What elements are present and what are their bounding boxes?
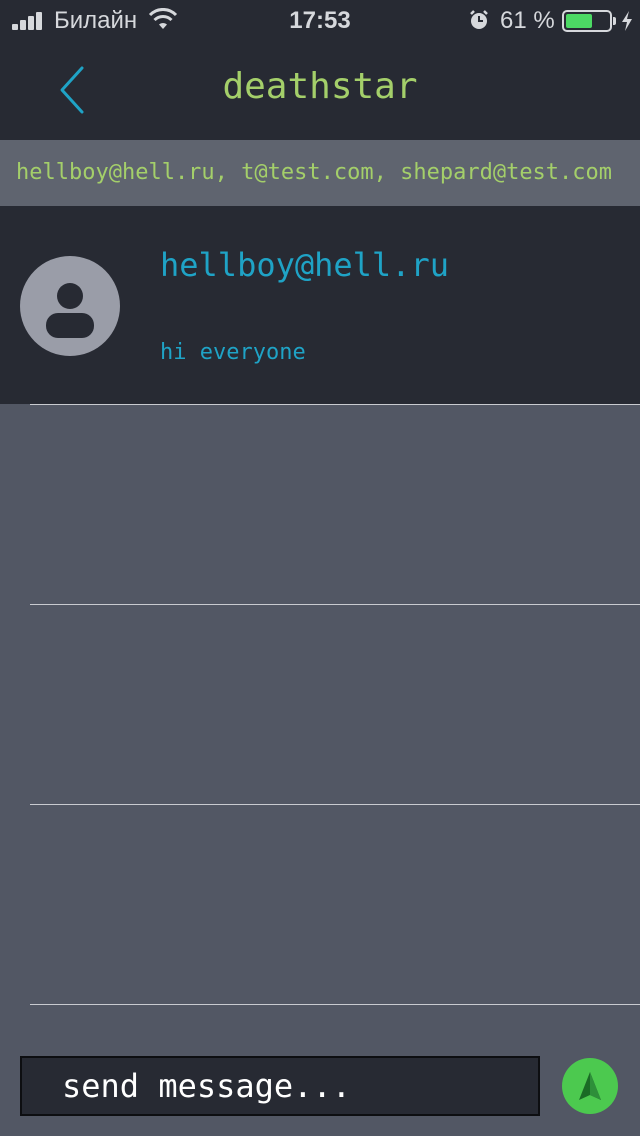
divider	[30, 404, 640, 405]
divider	[30, 604, 640, 605]
message-text: hi everyone	[160, 340, 306, 365]
battery-percent: 61 %	[500, 7, 555, 34]
status-bar: Билайн 17:53 61 %	[0, 0, 640, 40]
send-icon	[579, 1072, 601, 1100]
divider	[30, 804, 640, 805]
battery-fill	[566, 14, 592, 28]
user-avatar-icon	[20, 256, 120, 356]
alarm-icon	[470, 10, 488, 29]
message-item[interactable]: hellboy@hell.ru hi everyone	[0, 206, 640, 404]
person-icon	[46, 283, 94, 338]
send-button[interactable]	[562, 1058, 618, 1114]
message-list: hellboy@hell.ru hi everyone	[0, 206, 640, 1046]
divider	[30, 1004, 640, 1005]
page-title: deathstar	[222, 66, 418, 107]
message-input[interactable]	[20, 1056, 540, 1116]
battery-icon	[562, 10, 612, 32]
top-bar: Билайн 17:53 61 % deathstar	[0, 0, 640, 140]
charging-icon	[622, 11, 632, 31]
message-sender: hellboy@hell.ru	[160, 246, 449, 284]
participants-list: hellboy@hell.ru, t@test.com, shepard@tes…	[0, 140, 640, 206]
battery-tip	[613, 17, 616, 25]
